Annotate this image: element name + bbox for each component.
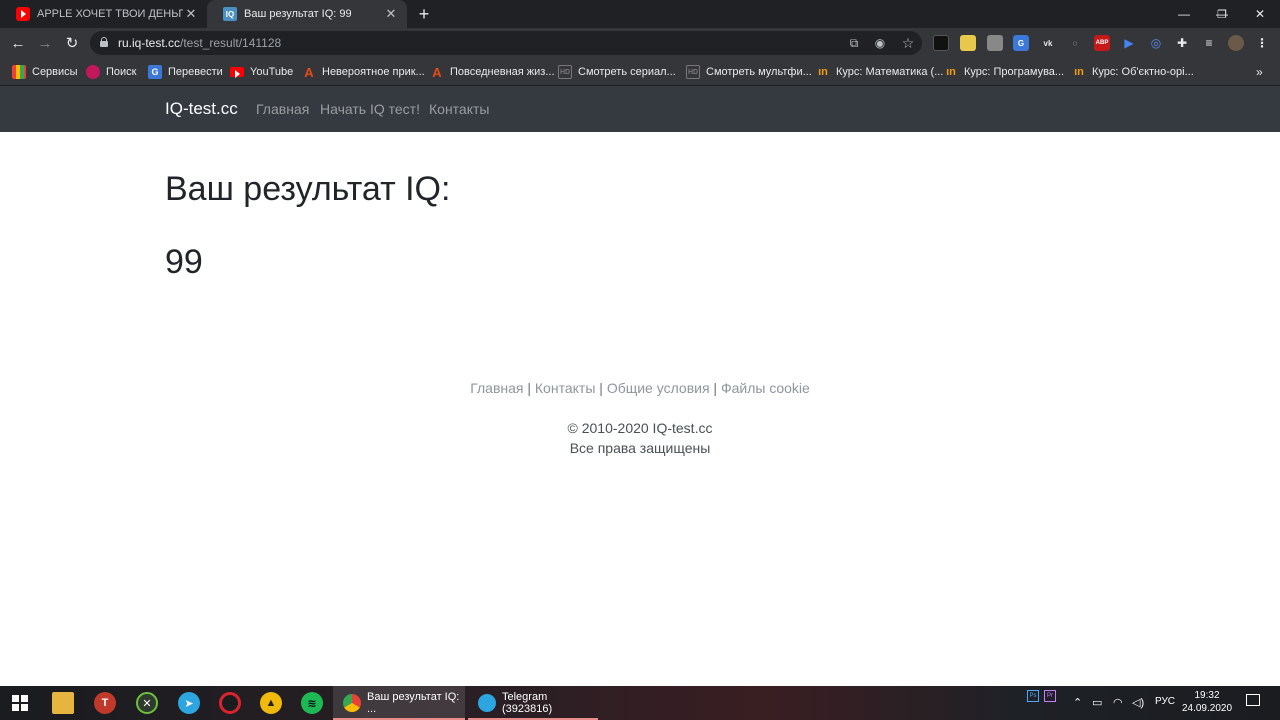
telegram-icon[interactable]: ➤ — [178, 692, 200, 714]
close-tab-icon[interactable]: ✕ — [383, 6, 399, 22]
tab-iq-result[interactable]: IQ Ваш результат IQ: 99 ✕ — [207, 0, 407, 28]
media-queue-icon[interactable]: ≡ — [1201, 35, 1217, 51]
address-bar[interactable]: ru.iq-test.cc/test_result/141128 ⧉ ◉ ☆ — [90, 31, 922, 55]
close-window-button[interactable]: ✕ — [1241, 0, 1279, 28]
minimize-button[interactable]: — — [1165, 0, 1203, 28]
language-indicator[interactable]: РУС — [1155, 696, 1175, 707]
translate-icon[interactable]: ⧉ — [846, 35, 862, 51]
bulb-icon[interactable]: ◌ — [1067, 35, 1083, 51]
taskbar-app-telegram[interactable]: Telegram (3923816) — [468, 686, 598, 720]
course-icon: ın — [946, 66, 956, 78]
footer-links: Главная | Контакты | Общие условия | Фай… — [0, 380, 1280, 396]
menu-kebab-icon[interactable]: ⋮ — [1254, 35, 1270, 51]
letter-a-icon: A — [432, 64, 442, 80]
footer-separator: | — [527, 380, 532, 396]
taskbar-app-chrome[interactable]: Ваш результат IQ: ... — [333, 686, 465, 720]
wifi-icon[interactable]: ◠ — [1113, 696, 1123, 709]
triangle-app-icon[interactable]: ▲ — [260, 692, 282, 714]
t-app-icon[interactable]: T — [94, 692, 116, 714]
star-icon[interactable]: ☆ — [900, 35, 916, 51]
telegram-icon — [478, 694, 496, 712]
course-icon: ın — [818, 66, 828, 78]
translate-extension-icon[interactable]: G — [1013, 35, 1029, 51]
lock-icon[interactable] — [100, 37, 108, 47]
maximize-button[interactable]: ❐ — [1203, 0, 1241, 28]
translate-icon: G — [148, 65, 162, 79]
close-tab-icon[interactable]: ✕ — [183, 6, 199, 22]
hd-icon: HD — [686, 65, 700, 79]
eye-off-icon[interactable]: ◉ — [872, 35, 888, 51]
iq-favicon-icon: IQ — [223, 7, 237, 21]
browser-toolbar: ← → ↻ ru.iq-test.cc/test_result/141128 ⧉… — [0, 28, 1280, 83]
bookmark-item[interactable]: HD Смотреть мультфи... — [686, 63, 812, 81]
site-brand-link[interactable]: IQ-test.cc — [165, 99, 238, 119]
cube-extension-icon[interactable] — [933, 35, 949, 51]
extension-icon[interactable] — [960, 35, 976, 51]
page-title: Ваш результат IQ: — [165, 170, 451, 208]
nav-link-home[interactable]: Главная — [256, 101, 309, 117]
bookmark-item[interactable]: ın Курс: Об'єктно-орі... — [1072, 63, 1194, 81]
youtube-icon — [16, 7, 30, 21]
opera-icon[interactable] — [219, 692, 241, 714]
play-extension-icon[interactable]: ▶ — [1121, 35, 1137, 51]
tab-title: APPLE ХОЧЕТ ТВОИ ДЕНЬГИ - Yo — [37, 8, 183, 20]
tab-youtube[interactable]: APPLE ХОЧЕТ ТВОИ ДЕНЬГИ - Yo ✕ — [0, 0, 207, 28]
clock[interactable]: 19:32 24.09.2020 — [1180, 689, 1234, 715]
file-explorer-icon[interactable] — [52, 692, 74, 714]
back-icon[interactable]: ← — [7, 32, 29, 54]
bookmark-item[interactable]: G Перевести — [148, 63, 223, 81]
battery-icon[interactable]: ▭ — [1092, 696, 1102, 709]
apps-grid-icon — [12, 65, 26, 79]
nav-link-start-test[interactable]: Начать IQ тест! — [320, 101, 420, 117]
vk-icon[interactable]: vk — [1040, 35, 1056, 51]
windows-taskbar: T ✕ ➤ ▲ ≋ Ваш результат IQ: ... Telegram… — [0, 686, 1280, 720]
hd-icon: HD — [558, 65, 572, 79]
notifications-icon[interactable] — [1246, 694, 1260, 706]
copyright-text: © 2010-2020 IQ-test.cc — [567, 420, 713, 436]
forward-icon[interactable]: → — [34, 32, 56, 54]
bookmark-item[interactable]: ın Курс: Математика (... — [816, 63, 943, 81]
xbox-icon[interactable]: ✕ — [136, 692, 158, 714]
footer-link-home[interactable]: Главная — [470, 380, 523, 396]
search-leaf-icon — [86, 65, 100, 79]
globe-extension-icon[interactable]: ◎ — [1148, 35, 1164, 51]
url-text[interactable]: ru.iq-test.cc/test_result/141128 — [118, 36, 281, 50]
bookmarks-bar: Сервисы Поиск G Перевести YouTube A Неве… — [0, 58, 1280, 86]
bookmark-item[interactable]: ın Курс: Програмува... — [944, 63, 1064, 81]
volume-icon[interactable]: ◁) — [1132, 696, 1144, 709]
bookmark-item[interactable]: Поиск — [86, 63, 136, 81]
new-tab-button[interactable]: + — [414, 4, 434, 24]
bookmark-item[interactable]: Сервисы — [12, 63, 78, 81]
reload-icon[interactable]: ↻ — [61, 32, 83, 54]
rights-text: Все права защищены — [569, 440, 711, 456]
browser-tab-strip: APPLE ХОЧЕТ ТВОИ ДЕНЬГИ - Yo ✕ IQ Ваш ре… — [0, 0, 1280, 28]
spotify-icon[interactable]: ≋ — [301, 692, 323, 714]
footer-link-terms[interactable]: Общие условия — [607, 380, 710, 396]
chevron-up-icon[interactable]: ⌃ — [1073, 696, 1082, 709]
photoshop-tray-icon[interactable]: Ps — [1027, 690, 1039, 702]
bookmark-item[interactable]: YouTube — [230, 63, 293, 81]
premiere-tray-icon[interactable]: Pr — [1044, 690, 1056, 702]
nav-link-contacts[interactable]: Контакты — [429, 101, 489, 117]
letter-a-icon: A — [304, 64, 314, 80]
course-icon: ın — [1074, 66, 1084, 78]
bookmark-item[interactable]: A Повседневная жиз... — [430, 63, 554, 81]
more-bookmarks-icon[interactable]: » — [1256, 63, 1263, 81]
extension-icon[interactable] — [987, 35, 1003, 51]
youtube-icon — [230, 67, 244, 78]
windows-start-icon[interactable] — [9, 692, 31, 714]
bookmark-item[interactable]: HD Смотреть сериал... — [558, 63, 676, 81]
puzzle-extensions-icon[interactable]: ✚ — [1174, 35, 1190, 51]
iq-score: 99 — [165, 243, 203, 281]
site-navbar: IQ-test.cc Главная Начать IQ тест! Конта… — [0, 86, 1280, 132]
footer-separator: | — [713, 380, 718, 396]
profile-avatar[interactable] — [1228, 35, 1244, 51]
chrome-icon — [343, 694, 361, 712]
bookmark-item[interactable]: A Невероятное прик... — [302, 63, 424, 81]
footer-link-cookies[interactable]: Файлы cookie — [721, 380, 810, 396]
footer-separator: | — [599, 380, 603, 396]
footer-link-contacts[interactable]: Контакты — [535, 380, 595, 396]
adblock-icon[interactable]: ABP — [1094, 35, 1110, 51]
tab-title: Ваш результат IQ: 99 — [244, 8, 352, 20]
